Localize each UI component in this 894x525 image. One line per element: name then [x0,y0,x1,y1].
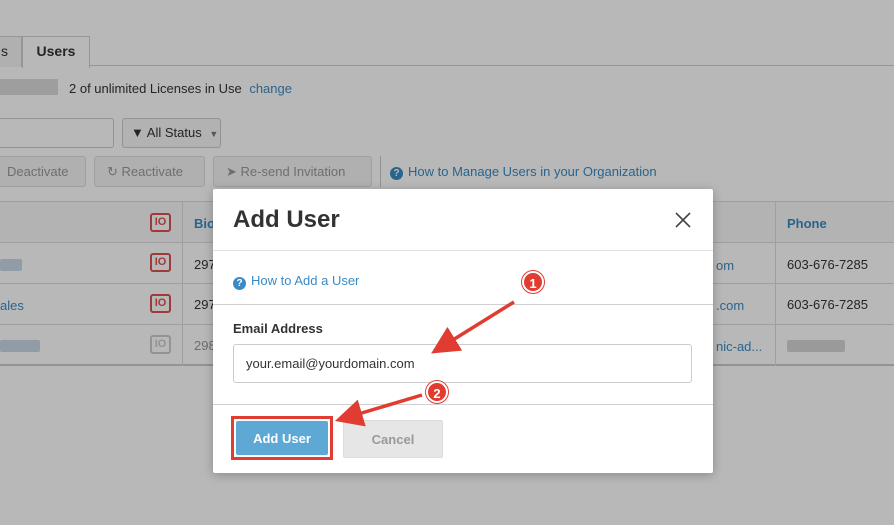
highlight-box: Add User [231,416,333,460]
step-badge-1: 1 [522,271,544,293]
modal-divider [213,304,713,305]
add-user-help-link[interactable]: ? How to Add a User [233,273,359,290]
cancel-button[interactable]: Cancel [343,420,443,458]
email-field[interactable] [233,344,692,383]
add-user-help-label: How to Add a User [251,273,360,288]
modal-header: Add User [213,189,713,251]
add-user-button[interactable]: Add User [236,421,328,455]
email-label: Email Address [233,321,323,336]
question-circle-icon: ? [233,277,246,290]
close-icon[interactable] [673,210,693,230]
step-badge-2: 2 [426,381,448,403]
modal-divider [213,404,713,405]
modal-title: Add User [233,206,340,233]
add-user-modal: Add User ? How to Add a User Email Addres… [213,189,713,473]
